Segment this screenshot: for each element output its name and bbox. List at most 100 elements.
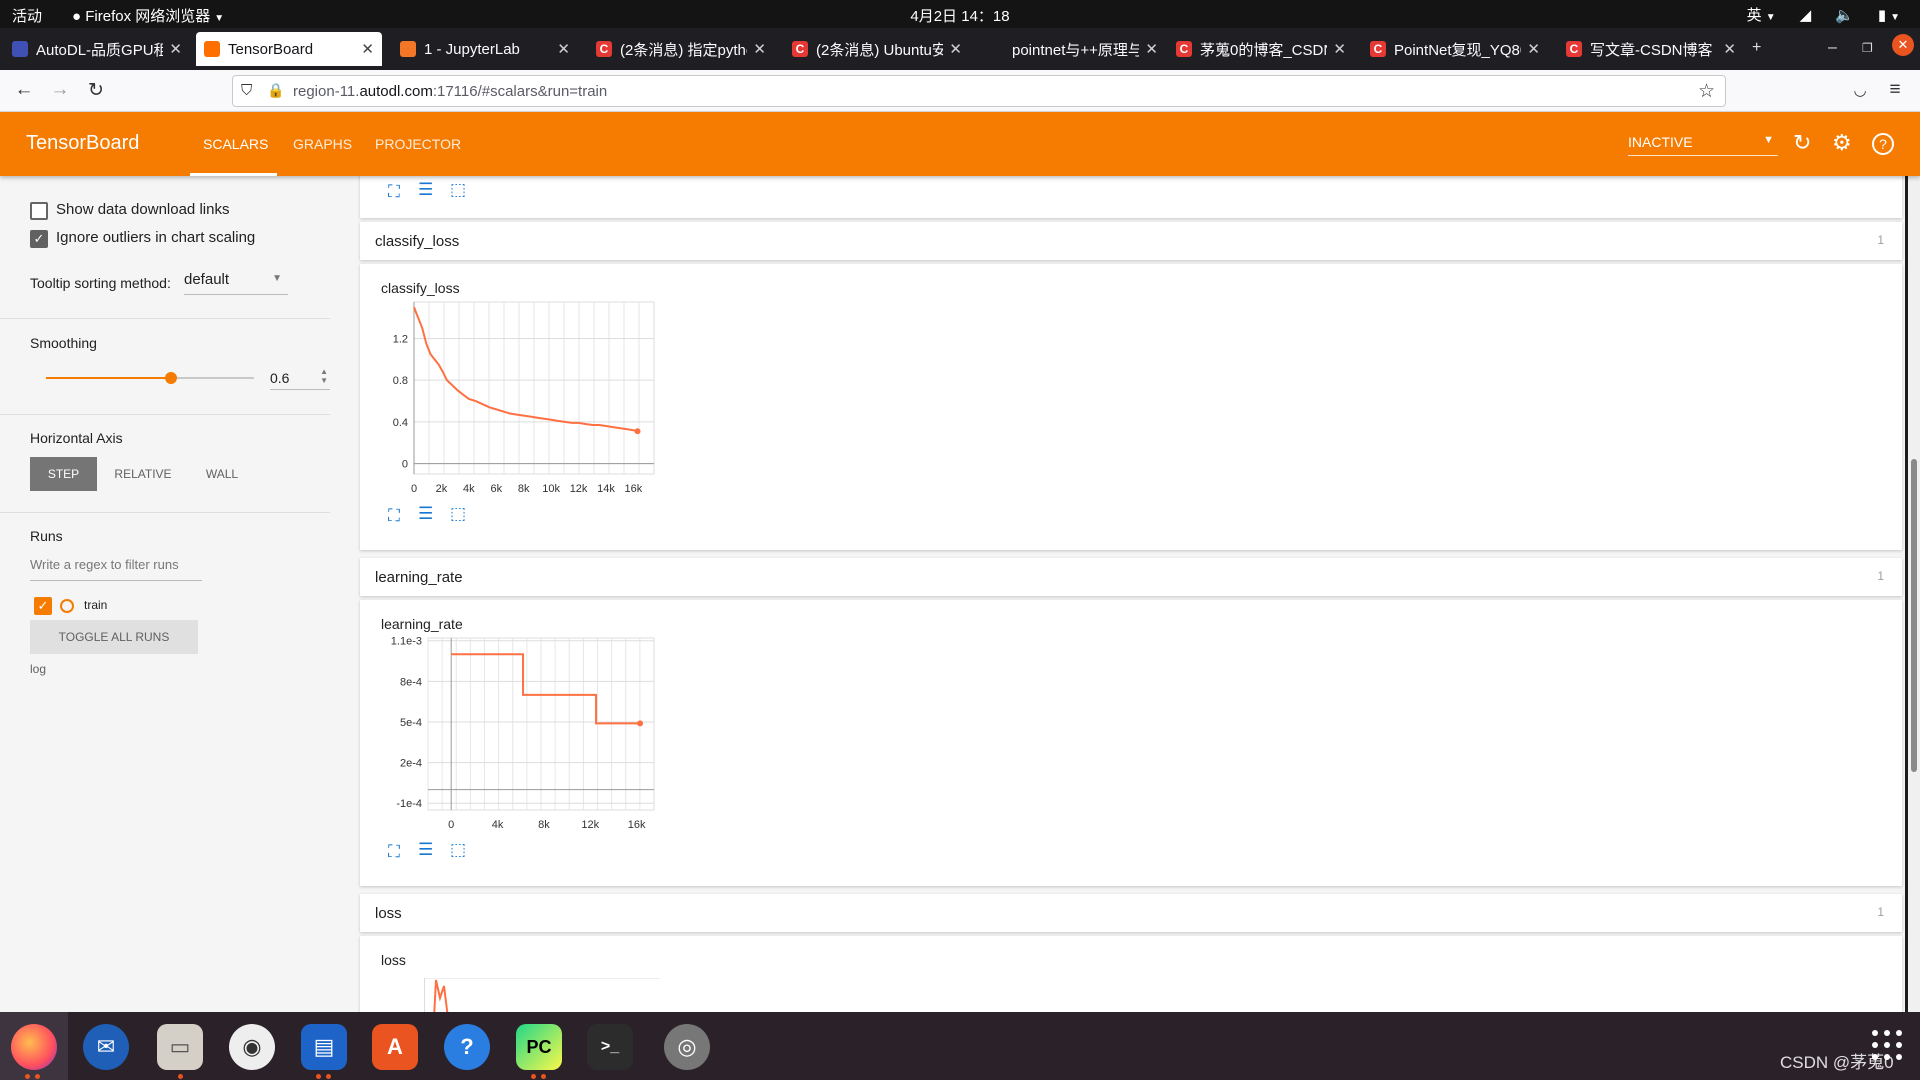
tab-favicon-icon: C <box>792 41 808 57</box>
category-header-loss[interactable]: loss 1 <box>360 894 1902 932</box>
browser-tab[interactable]: C (2条消息) Ubuntu安装 ✕ <box>784 32 970 66</box>
help-icon[interactable]: ? <box>1872 133 1894 155</box>
spinner-arrows-icon[interactable]: ▲ ▼ <box>320 367 328 385</box>
refresh-icon[interactable]: ↻ <box>1793 130 1811 156</box>
browser-tab[interactable]: pointnet与++原理与 ✕ <box>980 32 1166 66</box>
tab-projector[interactable]: PROJECTOR <box>375 136 461 152</box>
close-tab-icon[interactable]: ✕ <box>169 40 182 58</box>
pycharm-dock-icon[interactable]: PC <box>516 1024 562 1070</box>
close-tab-icon[interactable]: ✕ <box>753 40 766 58</box>
x-tick-label: 16k <box>625 483 643 495</box>
y-tick-label: 8e-4 <box>400 676 422 688</box>
expand-chart-icon[interactable]: ⛶ <box>388 842 400 862</box>
thunderbird-dock-icon[interactable]: ✉ <box>83 1024 129 1070</box>
firefox-dock-icon[interactable] <box>11 1024 57 1070</box>
files-dock-icon[interactable]: ▭ <box>157 1024 203 1070</box>
new-tab-icon[interactable]: + <box>1752 39 1761 57</box>
close-tab-icon[interactable]: ✕ <box>1723 40 1736 58</box>
y-tick-label: -1e-4 <box>396 798 422 810</box>
toggle-all-runs-button[interactable]: TOGGLE ALL RUNS <box>30 620 198 654</box>
rhythmbox-dock-icon[interactable]: ◉ <box>229 1024 275 1070</box>
settings-gear-icon[interactable]: ⚙ <box>1832 130 1852 156</box>
back-icon[interactable]: ← <box>12 79 36 101</box>
wifi-icon[interactable]: ◢ <box>1800 6 1812 24</box>
lock-icon[interactable]: 🔒 <box>267 82 284 99</box>
shield-icon[interactable]: ⛉ <box>241 82 252 99</box>
axis-step-button[interactable]: STEP <box>30 457 97 491</box>
url-bar[interactable]: ⛉ 🔒 region-11.autodl.com:17116/#scalars&… <box>232 75 1726 107</box>
close-tab-icon[interactable]: ✕ <box>1527 40 1540 58</box>
category-header-learning-rate[interactable]: learning_rate 1 <box>360 558 1902 596</box>
scalars-main-panel: ⛶ ☰ ⬚ classify_loss 1 classify_loss 0 0.4… <box>340 176 1905 1012</box>
volume-icon[interactable]: 🔈 <box>1835 6 1854 24</box>
show-download-links-checkbox[interactable] <box>30 202 48 220</box>
toggle-log-scale-icon[interactable]: ☰ <box>418 840 433 860</box>
expand-chart-icon[interactable]: ⛶ <box>388 506 400 526</box>
category-header-classify-loss[interactable]: classify_loss 1 <box>360 222 1902 260</box>
smoothing-slider-fill <box>46 377 171 379</box>
disc-dock-icon[interactable]: ◎ <box>664 1024 710 1070</box>
loss-series-line <box>433 979 449 1012</box>
browser-tab[interactable]: AutoDL-品质GPU租用 ✕ <box>4 32 190 66</box>
browser-tab[interactable]: C (2条消息) 指定python ✕ <box>588 32 774 66</box>
fit-domain-icon[interactable]: ⬚ <box>450 180 466 200</box>
running-indicator <box>541 1074 546 1079</box>
browser-tab[interactable]: C PointNet复现_YQ80 ✕ <box>1362 32 1548 66</box>
running-indicator <box>531 1074 536 1079</box>
axis-wall-button[interactable]: WALL <box>190 457 254 491</box>
ignore-outliers-checkbox[interactable]: ✓ <box>30 230 48 248</box>
close-window-icon[interactable]: ✕ <box>1892 34 1914 56</box>
browser-tab[interactable]: C 茅蒐0的博客_CSDN博 ✕ <box>1168 32 1354 66</box>
tab-graphs[interactable]: GRAPHS <box>293 136 352 152</box>
close-tab-icon[interactable]: ✕ <box>1333 40 1346 58</box>
axis-relative-button[interactable]: RELATIVE <box>104 457 182 491</box>
reload-icon[interactable]: ↻ <box>84 79 108 102</box>
classify-loss-chart[interactable]: 0 0.4 0.8 1.2 0 2k 4k 6k 8k 10k 12k 14k 16k <box>380 298 660 498</box>
system-clock[interactable]: 4月2日 14：18 <box>0 5 1920 26</box>
expand-chart-icon[interactable]: ⛶ <box>388 182 400 202</box>
bookmark-star-icon[interactable]: ☆ <box>1698 80 1715 103</box>
close-tab-icon[interactable]: ✕ <box>361 40 374 58</box>
plugin-select[interactable]: INACTIVE ▼ <box>1628 134 1778 156</box>
fit-domain-icon[interactable]: ⬚ <box>450 840 466 860</box>
minimize-icon[interactable]: – <box>1828 39 1837 57</box>
libreoffice-writer-dock-icon[interactable]: ▤ <box>301 1024 347 1070</box>
toggle-log-scale-icon[interactable]: ☰ <box>418 180 433 200</box>
run-color-swatch[interactable] <box>60 599 74 613</box>
input-method-indicator[interactable]: 英 ▼ <box>1747 4 1776 25</box>
browser-tab[interactable]: C 写文章-CSDN博客 ✕ <box>1558 32 1744 66</box>
learning-rate-chart[interactable]: -1e-4 2e-4 5e-4 8e-4 1.1e-3 0 4k 8k 12k 16k <box>380 634 660 834</box>
tab-title: (2条消息) 指定python <box>620 41 747 59</box>
close-tab-icon[interactable]: ✕ <box>557 40 570 58</box>
browser-tab[interactable]: 1 - JupyterLab ✕ <box>392 32 578 66</box>
terminal-dock-icon[interactable]: >_ <box>587 1024 633 1070</box>
run-train-checkbox[interactable]: ✓ <box>34 597 52 615</box>
url-text[interactable]: region-11.autodl.com:17116/#scalars&run=… <box>293 83 607 100</box>
browser-tab-strip: AutoDL-品质GPU租用✕TensorBoard✕ 1 - JupyterLa… <box>0 28 1920 70</box>
smoothing-value-input[interactable]: 0.6 ▲ ▼ <box>270 366 330 390</box>
smoothing-slider-track[interactable] <box>46 372 254 384</box>
tooltip-sorting-label: Tooltip sorting method: <box>30 275 171 291</box>
x-tick-label: 8k <box>518 483 530 495</box>
x-tick-label: 10k <box>542 483 560 495</box>
smoothing-slider-handle[interactable] <box>164 372 177 384</box>
tab-scalars[interactable]: SCALARS <box>203 136 268 152</box>
close-tab-icon[interactable]: ✕ <box>1145 40 1158 58</box>
hamburger-menu-icon[interactable]: ≡ <box>1883 79 1907 101</box>
page-scrollbar[interactable] <box>1908 176 1920 1012</box>
forward-icon[interactable]: → <box>48 79 72 101</box>
restore-icon[interactable]: ❐ <box>1862 41 1873 55</box>
x-tick-label: 4k <box>492 819 504 831</box>
pocket-icon[interactable]: ◡ <box>1848 81 1872 99</box>
browser-tab[interactable]: TensorBoard ✕ <box>196 32 382 66</box>
battery-icon[interactable]: ▮ ▼ <box>1878 6 1900 24</box>
tooltip-sorting-select[interactable]: default ▼ <box>184 271 288 295</box>
close-tab-icon[interactable]: ✕ <box>949 40 962 58</box>
toggle-log-scale-icon[interactable]: ☰ <box>418 504 433 524</box>
scrollbar-thumb[interactable] <box>1911 459 1917 772</box>
help-dock-icon[interactable]: ? <box>444 1024 490 1070</box>
runs-filter-input[interactable]: Write a regex to filter runs <box>30 557 202 581</box>
loss-chart-partial[interactable] <box>424 978 660 1012</box>
fit-domain-icon[interactable]: ⬚ <box>450 504 466 524</box>
software-center-dock-icon[interactable]: A <box>372 1024 418 1070</box>
